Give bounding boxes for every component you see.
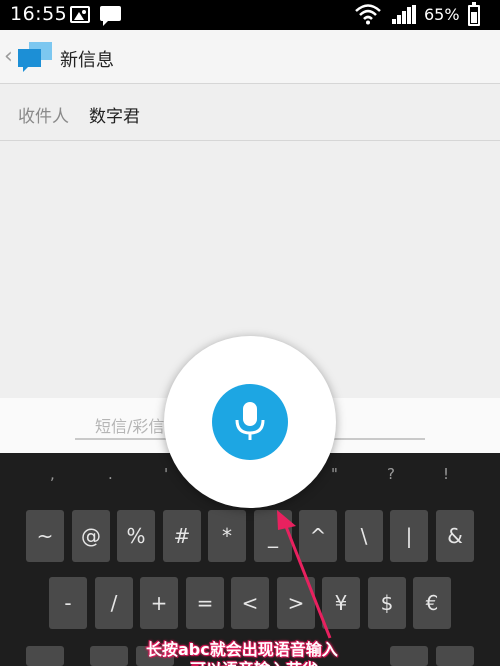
- image-icon: [70, 6, 90, 23]
- key[interactable]: &: [436, 510, 474, 562]
- chevron-left-icon[interactable]: ‹: [4, 44, 13, 69]
- recipient-value[interactable]: 数字君: [89, 102, 140, 127]
- voice-input-button[interactable]: [212, 384, 288, 460]
- annotation-text-2: 可以语音输入节省: [190, 656, 318, 666]
- key[interactable]: ~: [26, 510, 64, 562]
- suggestion-key[interactable]: ,: [50, 465, 55, 483]
- battery-percent: 65%: [424, 5, 460, 24]
- status-time: 16:55: [10, 3, 68, 25]
- wifi-icon: [355, 4, 381, 25]
- microphone-icon: [235, 402, 265, 440]
- key[interactable]: |: [390, 510, 428, 562]
- key[interactable]: [390, 646, 428, 666]
- key[interactable]: +: [140, 577, 178, 629]
- key[interactable]: [26, 646, 64, 666]
- message-placeholder: 短信/彩信: [95, 417, 165, 436]
- messages-icon[interactable]: [16, 40, 54, 74]
- key[interactable]: €: [413, 577, 451, 629]
- key[interactable]: _: [254, 510, 292, 562]
- recipient-label: 收件人: [18, 107, 69, 127]
- suggestion-key[interactable]: .: [108, 465, 113, 483]
- key[interactable]: $: [368, 577, 406, 629]
- key[interactable]: %: [117, 510, 155, 562]
- battery-icon: [468, 2, 480, 26]
- key[interactable]: <: [231, 577, 269, 629]
- suggestion-key[interactable]: ?: [387, 465, 395, 483]
- key[interactable]: ¥: [322, 577, 360, 629]
- key[interactable]: #: [163, 510, 201, 562]
- key[interactable]: *: [208, 510, 246, 562]
- key[interactable]: -: [49, 577, 87, 629]
- key[interactable]: /: [95, 577, 133, 629]
- key[interactable]: =: [186, 577, 224, 629]
- suggestion-key[interactable]: !: [443, 465, 449, 483]
- key[interactable]: [436, 646, 474, 666]
- signal-icon: [392, 5, 416, 24]
- key[interactable]: @: [72, 510, 110, 562]
- suggestion-key[interactable]: ": [331, 465, 338, 483]
- key[interactable]: >: [277, 577, 315, 629]
- page-title: 新信息: [60, 50, 114, 71]
- key[interactable]: ^: [299, 510, 337, 562]
- status-bar: 16:55 65%: [0, 0, 500, 30]
- recipient-row[interactable]: 收件人 数字君: [0, 85, 500, 141]
- suggestion-key[interactable]: ': [164, 465, 168, 483]
- action-bar: ‹ 新信息: [0, 30, 500, 84]
- key[interactable]: [90, 646, 128, 666]
- voice-input-bubble[interactable]: [164, 336, 336, 508]
- key[interactable]: \: [345, 510, 383, 562]
- chat-icon: [100, 6, 121, 26]
